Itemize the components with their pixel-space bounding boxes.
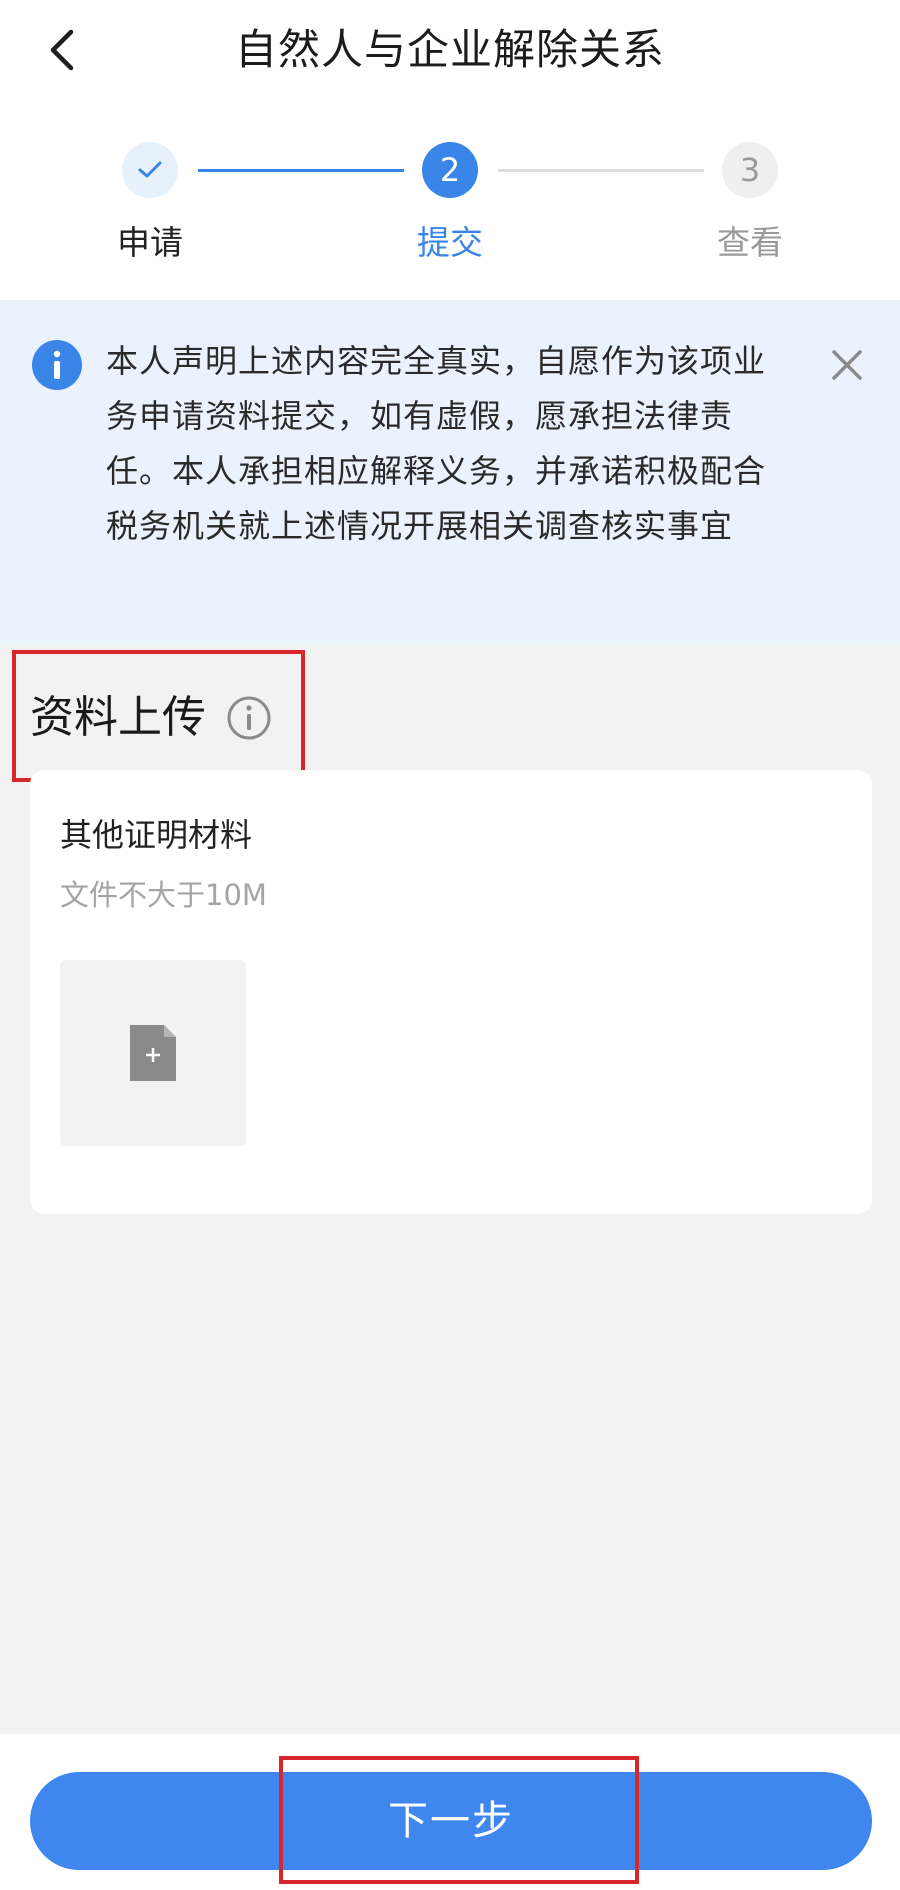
header-bar: 自然人与企业解除关系 2 3 申请 提交 查看	[0, 0, 900, 300]
step-2-label: 提交	[417, 223, 483, 262]
next-button-highlight	[279, 1756, 639, 1884]
notice-text: 本人声明上述内容完全真实，自愿作为该项业务申请资料提交，如有虚假，愿承担法律责任…	[106, 342, 767, 545]
info-outline-icon[interactable]	[225, 694, 273, 742]
upload-file-button[interactable]	[60, 960, 246, 1146]
step-connector-1	[198, 169, 404, 172]
step-1-circle	[122, 142, 178, 198]
step-3-label: 查看	[717, 223, 783, 262]
check-icon	[138, 161, 162, 178]
upload-item-title: 其他证明材料	[60, 816, 253, 854]
info-icon	[32, 340, 82, 390]
progress-steps: 2 3 申请 提交 查看	[0, 136, 900, 276]
close-icon	[832, 350, 862, 380]
notice-close-button[interactable]	[822, 340, 872, 390]
step-1-label: 申请	[117, 223, 183, 262]
step-3-circle: 3	[722, 142, 778, 198]
upload-item-hint: 文件不大于10M	[60, 878, 267, 912]
step-connector-2	[498, 169, 704, 172]
upload-section-title: 资料上传	[30, 692, 206, 743]
page-title: 自然人与企业解除关系	[234, 25, 665, 74]
step-2-circle: 2	[422, 142, 478, 198]
add-file-icon	[130, 1025, 176, 1081]
